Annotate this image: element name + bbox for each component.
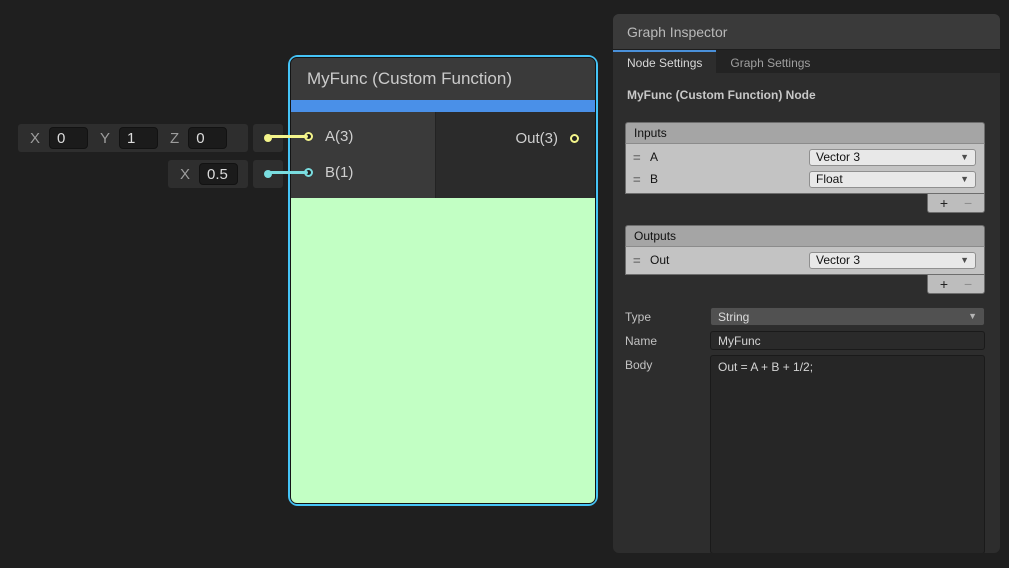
- outputs-list: Outputs = Out Vector 3 ▼ + −: [625, 225, 985, 294]
- vector3-z-field[interactable]: 0: [188, 127, 227, 149]
- inspector-tab-bar: Node Settings Graph Settings: [613, 50, 1000, 73]
- vector3-input-widget: X 0 Y 1 Z 0: [18, 124, 248, 152]
- port-row-a[interactable]: A(3): [291, 118, 435, 154]
- vector3-x-label: X: [30, 130, 40, 147]
- vector3-x-field[interactable]: 0: [49, 127, 88, 149]
- custom-function-node-body: MyFunc (Custom Function) A(3) B(1) Out(3…: [290, 57, 596, 504]
- vector3-y-label: Y: [100, 130, 110, 147]
- float-input-widget: X 0.5: [168, 160, 248, 188]
- node-title: MyFunc (Custom Function): [307, 69, 512, 89]
- body-textarea[interactable]: Out = A + B + 1/2;: [710, 355, 985, 553]
- input-a-type-value: Vector 3: [816, 150, 860, 164]
- dropdown-arrow-icon: ▼: [960, 175, 969, 184]
- input-b-type-value: Float: [816, 172, 843, 186]
- inspector-title-bar[interactable]: Graph Inspector: [613, 14, 1000, 50]
- function-fields: Type String ▼ Name Body Out = A + B + 1/…: [625, 307, 985, 553]
- node-ports: A(3) B(1) Out(3): [291, 112, 595, 198]
- name-label: Name: [625, 331, 710, 348]
- node-preview: [291, 198, 595, 503]
- type-field-row: Type String ▼: [625, 307, 985, 326]
- body-field-row: Body Out = A + B + 1/2;: [625, 355, 985, 553]
- dropdown-arrow-icon: ▼: [968, 312, 977, 321]
- inputs-list: Inputs = A Vector 3 ▼ = B Float ▼: [625, 122, 985, 213]
- wire-vector3-to-a[interactable]: [270, 135, 308, 138]
- inputs-row-a[interactable]: = A Vector 3 ▼: [626, 146, 984, 168]
- port-out-icon[interactable]: [570, 134, 579, 143]
- vector3-z-label: Z: [170, 130, 179, 147]
- inputs-add-button[interactable]: +: [940, 196, 948, 210]
- output-out-type-value: Vector 3: [816, 253, 860, 267]
- port-row-out[interactable]: Out(3): [437, 122, 595, 154]
- float-x-label: X: [180, 166, 190, 183]
- name-field-row: Name: [625, 331, 985, 350]
- outputs-list-footer: + −: [625, 275, 985, 294]
- vector3-connector[interactable]: [253, 124, 283, 152]
- drag-handle-icon[interactable]: =: [633, 150, 650, 165]
- inputs-list-footer: + −: [625, 194, 985, 213]
- dropdown-arrow-icon: ▼: [960, 153, 969, 162]
- type-label: Type: [625, 307, 710, 324]
- input-b-type-dropdown[interactable]: Float ▼: [809, 171, 976, 188]
- drag-handle-icon[interactable]: =: [633, 253, 650, 268]
- outputs-footer-box: + −: [927, 275, 985, 294]
- type-value: String: [718, 310, 749, 324]
- inputs-remove-button[interactable]: −: [964, 196, 972, 210]
- input-a-name: A: [650, 150, 809, 164]
- drag-handle-icon[interactable]: =: [633, 172, 650, 187]
- port-a-label: A(3): [325, 128, 353, 145]
- input-a-type-dropdown[interactable]: Vector 3 ▼: [809, 149, 976, 166]
- dropdown-arrow-icon: ▼: [960, 256, 969, 265]
- outputs-list-body: = Out Vector 3 ▼: [625, 247, 985, 275]
- node-accent-bar: [291, 100, 595, 112]
- tab-graph-settings-label: Graph Settings: [730, 56, 810, 70]
- output-out-name: Out: [650, 253, 809, 267]
- name-input[interactable]: [710, 331, 985, 350]
- float-connector[interactable]: [253, 160, 283, 188]
- inputs-footer-box: + −: [927, 194, 985, 213]
- output-out-type-dropdown[interactable]: Vector 3 ▼: [809, 252, 976, 269]
- port-out-label: Out(3): [515, 130, 558, 147]
- body-label: Body: [625, 355, 710, 372]
- tab-node-settings[interactable]: Node Settings: [613, 50, 716, 73]
- graph-inspector-panel: Graph Inspector Node Settings Graph Sett…: [613, 14, 1000, 553]
- inputs-list-header: Inputs: [625, 122, 985, 144]
- inspector-title: Graph Inspector: [627, 24, 727, 40]
- inspector-content: MyFunc (Custom Function) Node Inputs = A…: [613, 73, 1000, 553]
- inputs-list-body: = A Vector 3 ▼ = B Float ▼: [625, 144, 985, 194]
- type-dropdown[interactable]: String ▼: [710, 307, 985, 326]
- input-b-name: B: [650, 172, 809, 186]
- node-input-ports: A(3) B(1): [291, 112, 436, 198]
- vector3-y-field[interactable]: 1: [119, 127, 158, 149]
- outputs-add-button[interactable]: +: [940, 277, 948, 291]
- float-x-field[interactable]: 0.5: [199, 163, 238, 185]
- port-b-label: B(1): [325, 164, 353, 181]
- port-row-b[interactable]: B(1): [291, 154, 435, 190]
- custom-function-node[interactable]: MyFunc (Custom Function) A(3) B(1) Out(3…: [288, 55, 598, 506]
- node-header[interactable]: MyFunc (Custom Function): [291, 58, 595, 100]
- wire-float-to-b[interactable]: [270, 171, 308, 174]
- outputs-row-out[interactable]: = Out Vector 3 ▼: [626, 249, 984, 271]
- node-output-ports: Out(3): [437, 112, 595, 198]
- inputs-row-b[interactable]: = B Float ▼: [626, 168, 984, 190]
- node-settings-heading: MyFunc (Custom Function) Node: [627, 88, 985, 102]
- tab-graph-settings[interactable]: Graph Settings: [716, 50, 824, 73]
- outputs-list-header: Outputs: [625, 225, 985, 247]
- outputs-remove-button[interactable]: −: [964, 277, 972, 291]
- tab-node-settings-label: Node Settings: [627, 56, 702, 70]
